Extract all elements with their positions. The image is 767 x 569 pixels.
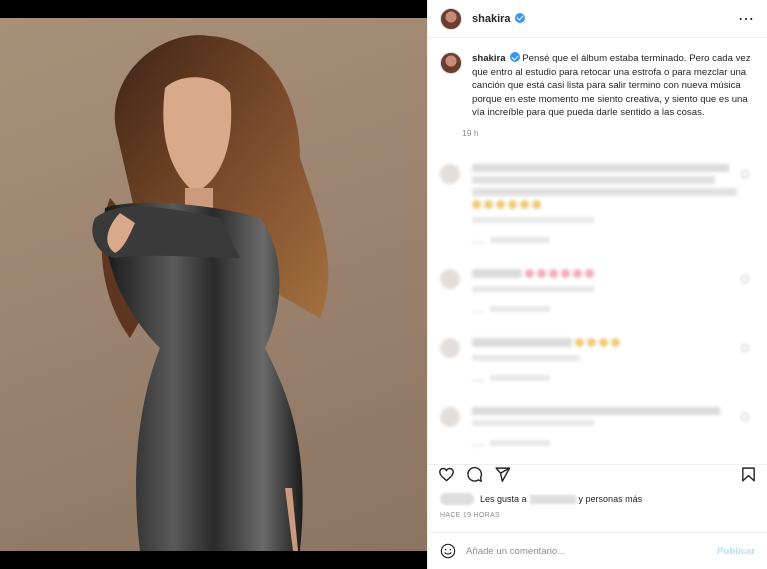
author-username[interactable]: shakira xyxy=(472,12,525,25)
caption-author-avatar[interactable] xyxy=(440,52,462,74)
action-icons-row xyxy=(428,461,767,487)
comments-section[interactable]: shakira Pensé que el álbum estaba termin… xyxy=(428,38,767,464)
share-icon[interactable] xyxy=(494,466,511,483)
comment-meta xyxy=(472,216,742,223)
caption-body: shakira Pensé que el álbum estaba termin… xyxy=(472,52,755,120)
comment-text-redacted xyxy=(472,187,737,196)
caption-text: Pensé que el álbum estaba terminado. Per… xyxy=(472,53,751,119)
comment-avatar[interactable] xyxy=(440,163,460,184)
comment-emoji-row xyxy=(472,337,742,350)
comment-body xyxy=(472,163,742,243)
comment-item xyxy=(440,406,755,446)
comment-avatar[interactable] xyxy=(440,268,460,289)
post-caption: shakira Pensé que el álbum estaba termin… xyxy=(440,52,755,138)
comment-body xyxy=(472,406,742,446)
comment-avatar[interactable] xyxy=(440,337,460,358)
likes-prefix: Les gusta a xyxy=(480,494,527,504)
verified-badge-icon xyxy=(514,12,525,23)
post-photo[interactable] xyxy=(0,18,427,551)
comment-text-redacted xyxy=(472,163,729,172)
comment-meta xyxy=(472,354,742,361)
comment-text-redacted xyxy=(472,406,721,415)
comment-input[interactable] xyxy=(466,545,718,557)
author-avatar[interactable] xyxy=(440,7,462,30)
comment-item xyxy=(440,163,755,243)
comment-body xyxy=(472,268,742,312)
heart-icon[interactable] xyxy=(438,466,455,483)
view-replies-link[interactable] xyxy=(472,374,742,381)
emoji-icon[interactable] xyxy=(440,543,456,559)
view-replies-link[interactable] xyxy=(472,305,742,312)
post-sidebar: shakira ⋯ shakira Pensé que el álbum est… xyxy=(427,0,767,569)
comment-emoji-row xyxy=(472,199,742,212)
more-options-icon[interactable]: ⋯ xyxy=(738,9,755,29)
post-photo-pane xyxy=(0,0,427,569)
comment-like-heart-icon[interactable] xyxy=(741,274,749,283)
comment-meta xyxy=(472,285,742,292)
comment-like-heart-icon[interactable] xyxy=(741,412,749,421)
bookmark-icon[interactable] xyxy=(740,466,757,483)
comment-meta xyxy=(472,419,742,426)
likes-suffix[interactable]: y personas más xyxy=(579,494,643,504)
comment-like-heart-icon[interactable] xyxy=(741,343,749,352)
author-username-text[interactable]: shakira xyxy=(472,13,511,25)
caption-username[interactable]: shakira xyxy=(472,53,506,64)
comment-item xyxy=(440,337,755,381)
likes-summary[interactable]: Les gusta a y personas más xyxy=(428,493,767,505)
add-comment-bar: Publicar xyxy=(428,532,767,569)
verified-badge-icon xyxy=(509,52,520,62)
comment-text-redacted xyxy=(472,175,715,184)
comment-emoji-row xyxy=(472,268,742,281)
view-replies-link[interactable] xyxy=(472,236,742,243)
post-photo-image xyxy=(92,35,329,551)
post-timestamp[interactable]: HACE 19 HORAS xyxy=(428,512,767,519)
comment-item xyxy=(440,268,755,312)
comment-like-heart-icon[interactable] xyxy=(741,169,749,178)
post-header: shakira ⋯ xyxy=(428,0,767,38)
liker-name-redacted[interactable] xyxy=(529,494,576,504)
comment-avatar[interactable] xyxy=(440,406,460,427)
publish-button[interactable]: Publicar xyxy=(717,546,755,557)
comment-icon[interactable] xyxy=(466,466,483,483)
caption-timestamp[interactable]: 19 h xyxy=(462,128,755,138)
comment-body xyxy=(472,337,742,381)
view-replies-link[interactable] xyxy=(472,439,742,446)
liker-avatars-redacted xyxy=(440,493,474,505)
